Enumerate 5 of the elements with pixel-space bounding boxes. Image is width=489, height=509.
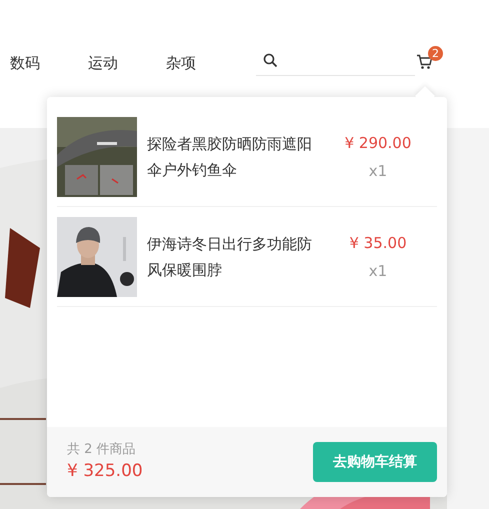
nav-link[interactable]: 数码 — [10, 53, 88, 73]
search-icon[interactable] — [263, 53, 278, 68]
nav-link[interactable]: 杂项 — [166, 53, 244, 73]
nav-link[interactable]: 运动 — [88, 53, 166, 73]
cart-icon[interactable] — [416, 54, 433, 70]
